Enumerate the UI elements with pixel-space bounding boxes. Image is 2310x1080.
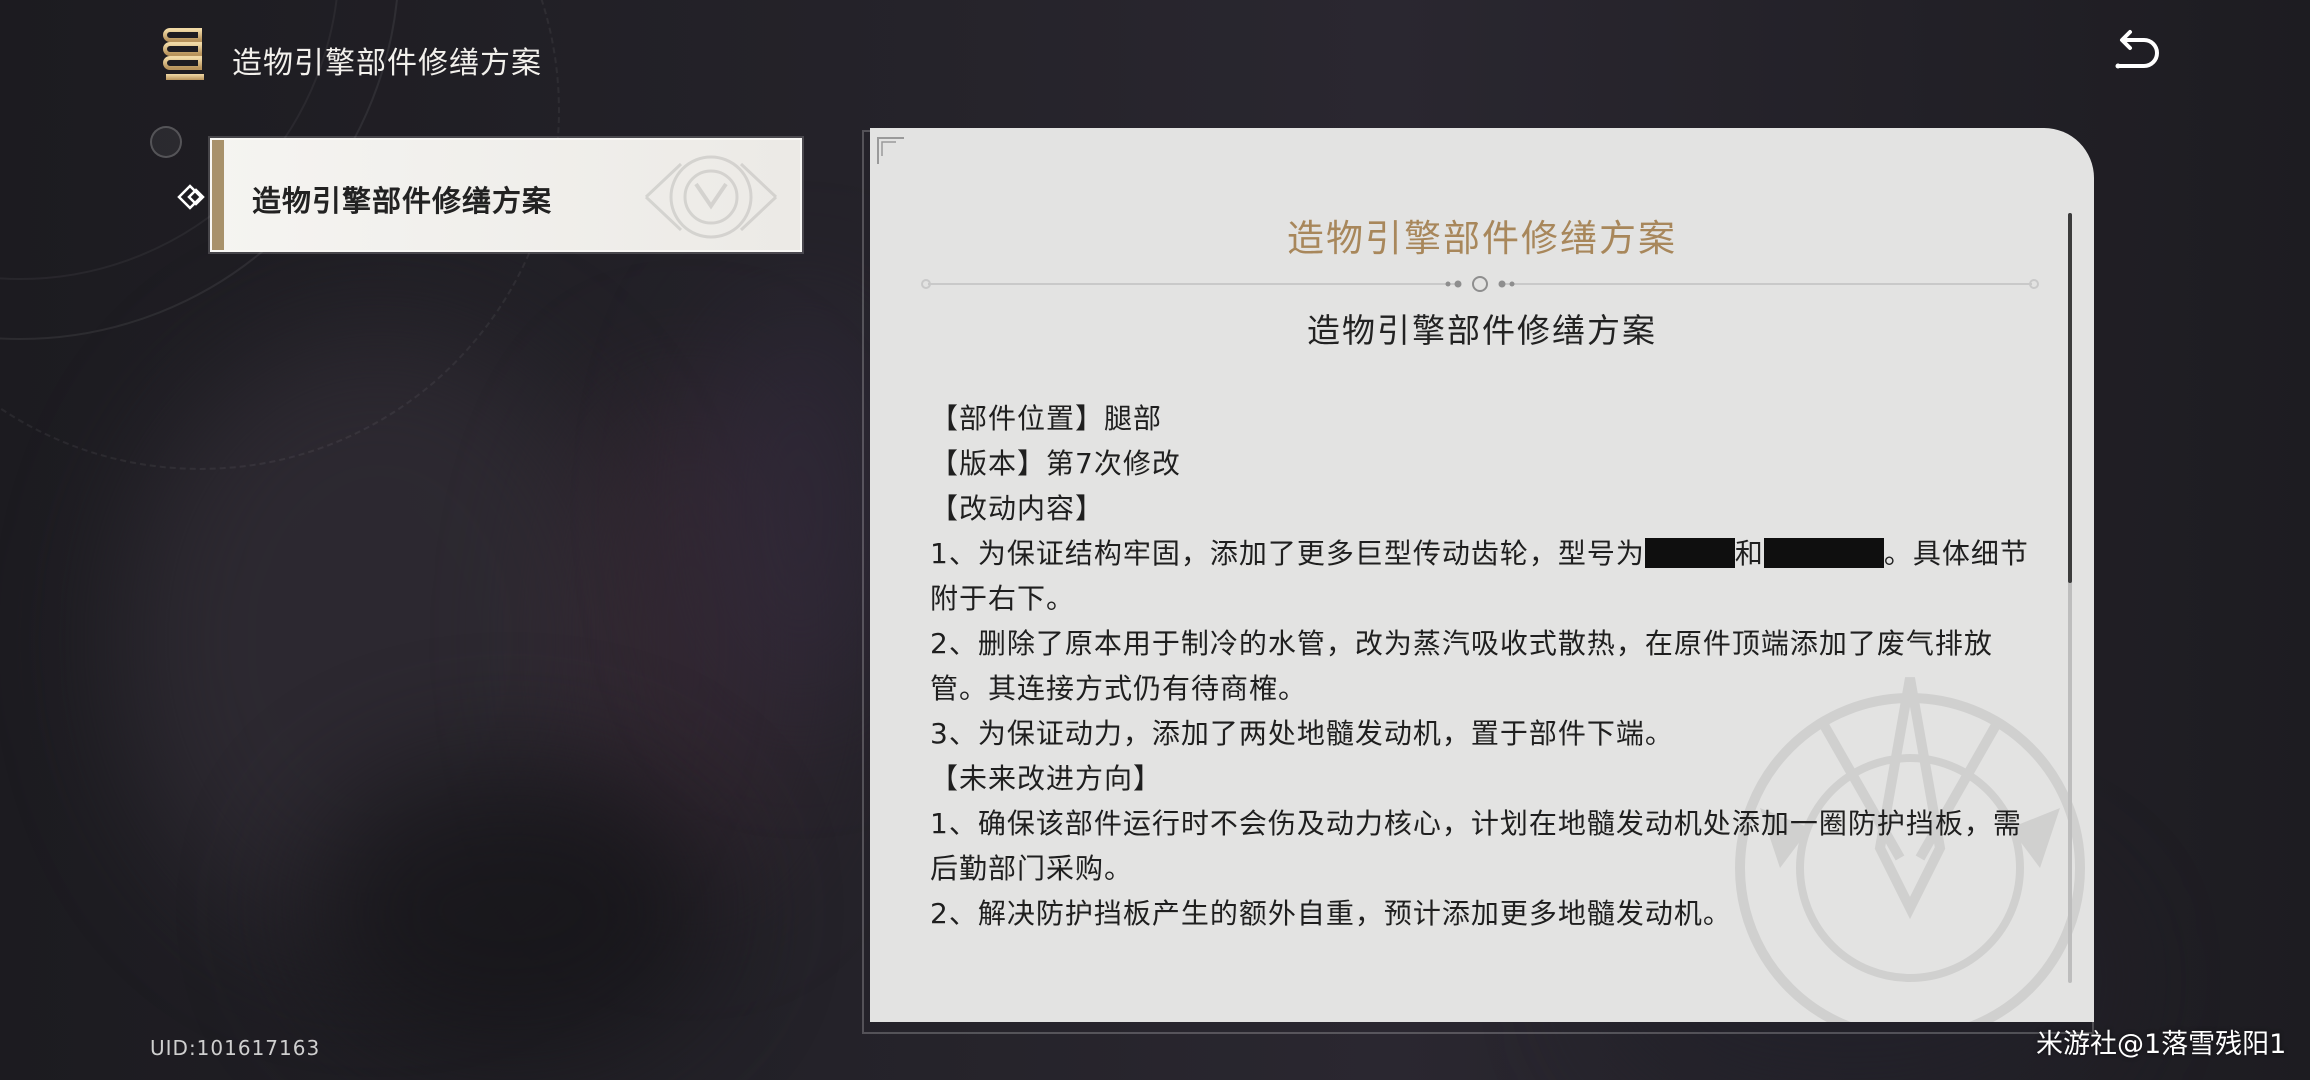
- page-title: 造物引擎部件修缮方案: [232, 46, 542, 81]
- book-icon: [162, 26, 208, 84]
- document-heading: 造物引擎部件修缮方案: [1287, 217, 1677, 260]
- redacted-block: [1763, 538, 1884, 568]
- back-button[interactable]: [2110, 26, 2164, 80]
- sidebar-item-document[interactable]: 造物引擎部件修缮方案: [210, 138, 802, 252]
- line-future-header: 【未来改进方向】: [930, 762, 1163, 795]
- line-change-1: 1、为保证结构牢固，添加了更多巨型传动齿轮，型号为和。具体细节附于右下。: [930, 531, 2040, 621]
- line-changes-header: 【改动内容】: [930, 492, 1105, 525]
- emblem-icon: [644, 155, 778, 239]
- document-panel: 造物引擎部件修缮方案 造物引擎部件修缮方案 【部件位置】腿部 【版本】第7次修改…: [870, 128, 2094, 1022]
- document-body: 【部件位置】腿部 【版本】第7次修改 【改动内容】 1、为保证结构牢固，添加了更…: [930, 396, 2040, 936]
- ornamental-divider: [921, 276, 2039, 292]
- corner-ornament-icon: [877, 137, 904, 164]
- credit-watermark: 米游社@1落雪残阳1: [2036, 1029, 2287, 1060]
- line-change-2: 2、删除了原本用于制冷的水管，改为蒸汽吸收式散热，在原件顶端添加了废气排放管。其…: [930, 627, 1993, 705]
- line-version: 【版本】第7次修改: [930, 447, 1181, 480]
- uid-label: UID:101617163: [150, 1036, 321, 1060]
- back-arrow-icon: [2115, 30, 2159, 69]
- change1-text: 1、为保证结构牢固，添加了更多巨型传动齿轮，型号为: [930, 537, 1645, 570]
- selection-marker-icon: [176, 182, 210, 212]
- scrollbar-thumb[interactable]: [2068, 213, 2072, 583]
- change1-conjunction: 和: [1734, 537, 1764, 570]
- line-position: 【部件位置】腿部: [930, 402, 1163, 435]
- selected-indicator: [212, 140, 224, 250]
- line-future-1: 1、确保该部件运行时不会伤及动力核心，计划在地髓发动机处添加一圈防护挡板，需后勤…: [930, 807, 2022, 885]
- line-future-2: 2、解决防护挡板产生的额外自重，预计添加更多地髓发动机。: [930, 897, 1732, 930]
- redacted-block: [1644, 538, 1735, 568]
- document-subtitle: 造物引擎部件修缮方案: [1307, 311, 1657, 350]
- sidebar-item-label: 造物引擎部件修缮方案: [252, 184, 553, 218]
- background-blur: [300, 760, 720, 1060]
- decorative-dot: [150, 126, 182, 158]
- scrollbar[interactable]: [2068, 213, 2072, 983]
- line-change-3: 3、为保证动力，添加了两处地髓发动机，置于部件下端。: [930, 717, 1674, 750]
